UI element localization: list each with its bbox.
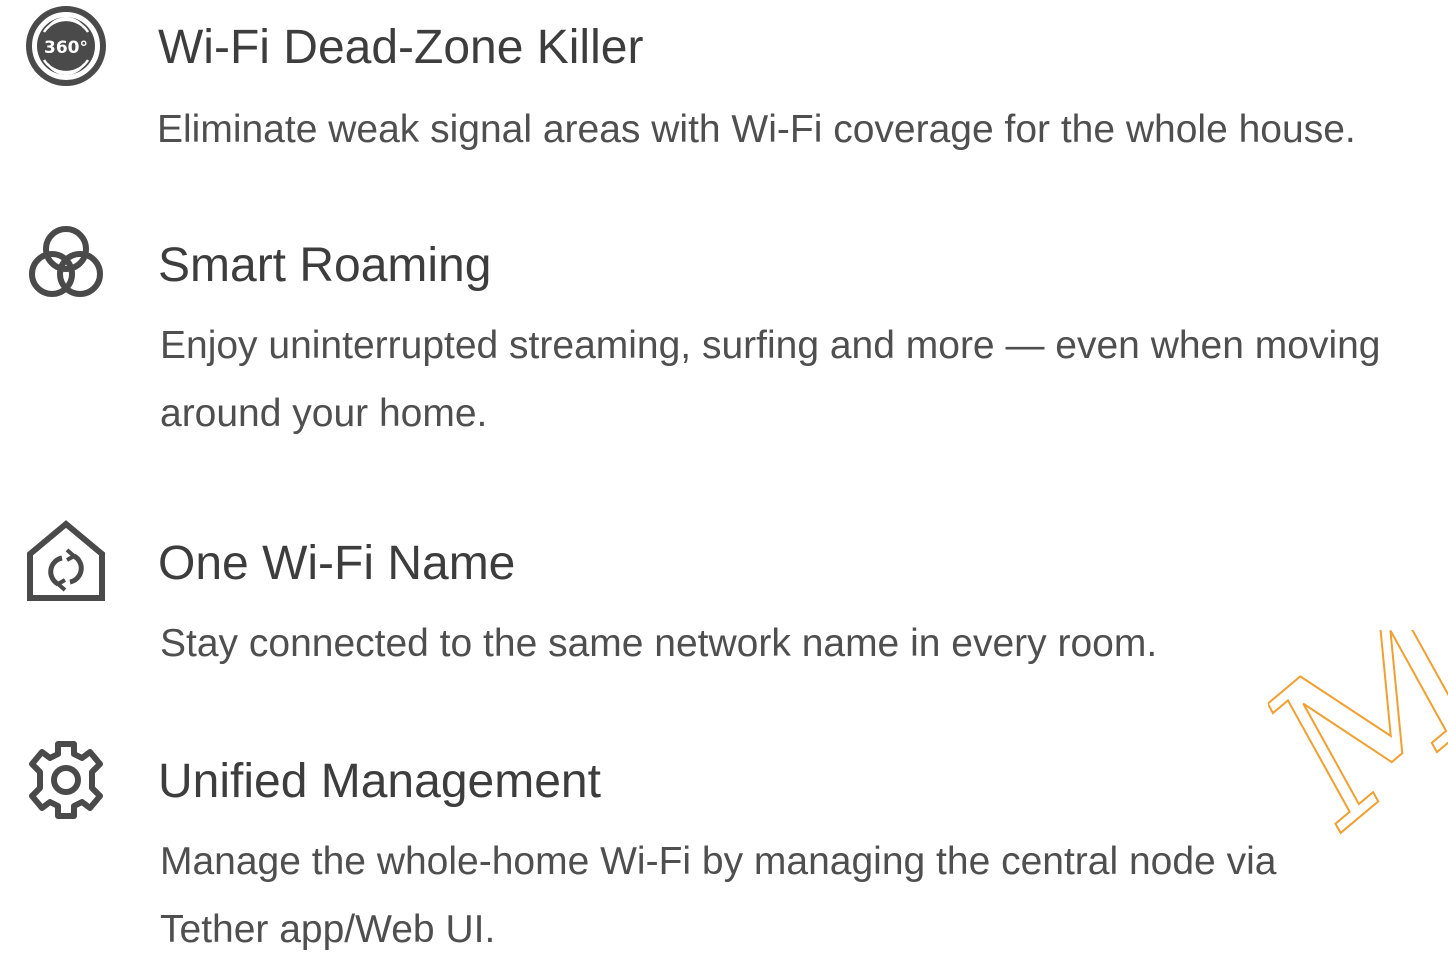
360-signal-icon: 360° bbox=[22, 2, 110, 90]
feature-title: One Wi-Fi Name bbox=[158, 537, 516, 590]
gear-icon bbox=[22, 736, 110, 824]
feature-description: Eliminate weak signal areas with Wi-Fi c… bbox=[157, 108, 1356, 151]
roaming-circles-icon bbox=[22, 220, 110, 308]
watermark: Ma bbox=[1268, 630, 1448, 850]
icon-360-label: 360° bbox=[44, 38, 88, 58]
feature-description: Stay connected to the same network name … bbox=[160, 622, 1158, 665]
feature-description: Enjoy uninterrupted streaming, surfing a… bbox=[160, 324, 1381, 435]
feature-title: Smart Roaming bbox=[158, 239, 492, 292]
feature-title: Wi-Fi Dead-Zone Killer bbox=[158, 21, 644, 74]
watermark-text: Ma bbox=[1268, 630, 1448, 850]
feature-description: Manage the whole-home Wi-Fi by managing … bbox=[160, 840, 1277, 951]
feature-title: Unified Management bbox=[158, 755, 601, 808]
home-sync-icon bbox=[22, 518, 110, 606]
